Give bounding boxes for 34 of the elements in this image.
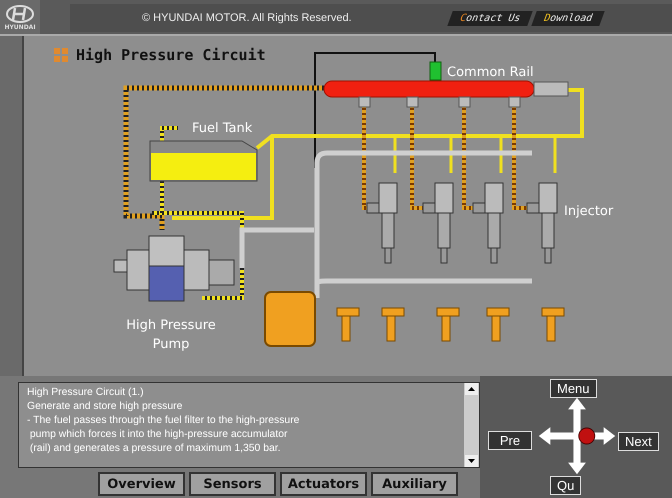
diagram-label: Fuel Tank (192, 121, 252, 136)
description-line: pump which forces it into the high-pressure accumulator (28, 428, 288, 442)
tab[interactable]: Actuators (280, 472, 367, 496)
diagram-label: Pump (152, 337, 190, 352)
scrollbar[interactable] (464, 383, 479, 467)
previous-button[interactable]: Pre (488, 431, 532, 450)
diagram-label: High Pressure (126, 318, 216, 333)
sensor-drawing (336, 308, 360, 342)
description-line: (rail) and generates a pressure of maximum 1,350 bar. (28, 442, 282, 456)
sensor-drawing (542, 308, 564, 342)
tab[interactable]: Sensors (189, 472, 276, 496)
section-title: High Pressure Circuit (76, 46, 266, 64)
description-line: - The fuel passes through the fuel filter to the high-pressure (27, 414, 300, 428)
scroll-down-icon[interactable] (465, 455, 478, 467)
menu-button[interactable]: Menu (550, 379, 597, 398)
pressure-sensor-drawing (430, 62, 442, 80)
sensor-drawing (436, 308, 460, 342)
header-link[interactable]: Download (531, 10, 605, 26)
oval-h-icon (5, 4, 35, 24)
quit-button[interactable]: Qu (550, 476, 582, 495)
description-line: High Pressure Circuit (1.) (27, 386, 145, 400)
sensor-drawing (382, 308, 404, 342)
diagram-label: Common Rail (447, 65, 534, 80)
tab[interactable]: Auxiliary (371, 472, 458, 496)
grid-icon (54, 48, 68, 62)
diagram-label: Injector (564, 204, 614, 219)
sensor-drawing (486, 308, 510, 342)
tab[interactable]: Overview (98, 472, 185, 496)
scroll-up-icon[interactable] (465, 383, 478, 395)
next-button[interactable]: Next (618, 432, 659, 451)
description-line: Generate and store high pressure (27, 400, 184, 414)
header-link[interactable]: Contact Us (446, 10, 533, 26)
copyright-text: © HYUNDAI MOTOR. All Rights Reserved. (142, 12, 352, 24)
control-unit-drawing (264, 291, 316, 347)
